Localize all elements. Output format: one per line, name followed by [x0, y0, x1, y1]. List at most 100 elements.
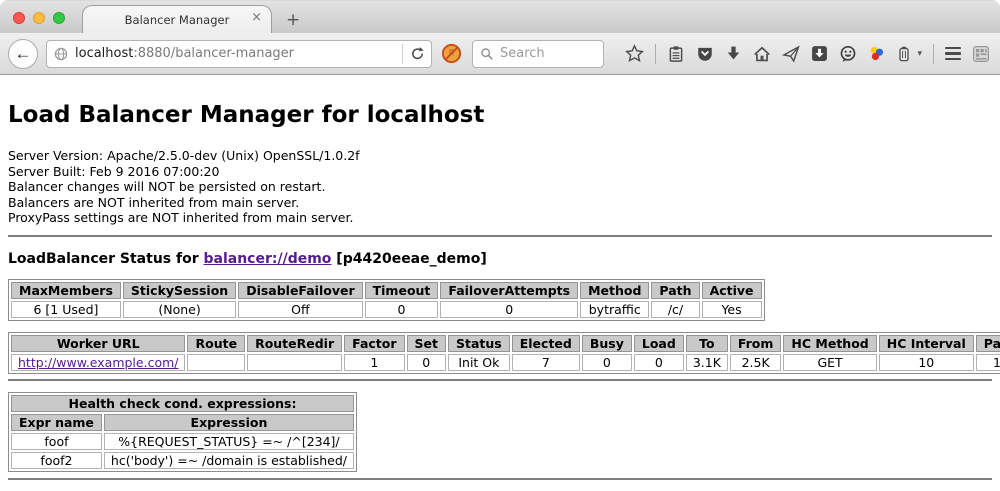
- health-table-title: Health check cond. expressions:: [11, 395, 354, 412]
- cell: 3.1K: [686, 354, 728, 371]
- new-tab-button[interactable]: +: [286, 12, 300, 29]
- balancer-link[interactable]: balancer://demo: [204, 251, 332, 267]
- cell: foof2: [11, 452, 102, 469]
- column-header: FailoverAttempts: [440, 282, 578, 299]
- cell: 0: [365, 301, 439, 318]
- notice-line: Balancers are NOT inherited from main se…: [8, 195, 992, 211]
- back-button[interactable]: ←: [8, 39, 38, 69]
- column-header: Worker URL: [11, 335, 185, 352]
- cell: Yes: [702, 301, 762, 318]
- cell: 2.5K: [730, 354, 782, 371]
- worker-table: Worker URL Route RouteRedir Factor Set S…: [8, 332, 1000, 374]
- url-text[interactable]: localhost:8880/balancer-manager: [75, 46, 294, 61]
- clipboard-icon[interactable]: [667, 45, 685, 63]
- column-header: Path: [651, 282, 699, 299]
- column-header: Busy: [582, 335, 632, 352]
- cell: 0: [407, 354, 446, 371]
- cell: [187, 354, 245, 371]
- column-header: Active: [702, 282, 762, 299]
- column-header: Timeout: [365, 282, 439, 299]
- downloads-icon[interactable]: [725, 45, 742, 62]
- cell: 10: [879, 354, 974, 371]
- cell: GET: [783, 354, 876, 371]
- section-divider: [8, 379, 992, 381]
- page-title: Load Balancer Manager for localhost: [8, 102, 992, 128]
- close-tab-icon[interactable]: ×: [251, 11, 262, 24]
- pocket-icon[interactable]: [696, 45, 714, 63]
- column-header: Passes: [976, 335, 1000, 352]
- window-controls: [13, 12, 65, 24]
- search-icon: [480, 47, 494, 61]
- cell: [247, 354, 342, 371]
- page-content: Load Balancer Manager for localhost Serv…: [0, 102, 1000, 480]
- table-header-row: Worker URL Route RouteRedir Factor Set S…: [11, 335, 1000, 352]
- close-window-button[interactable]: [13, 12, 25, 24]
- table-header-row: Expr name Expression: [11, 414, 354, 431]
- status-heading-suffix: [p4420eeae_demo]: [331, 251, 486, 267]
- cell: 0: [440, 301, 578, 318]
- column-header: Set: [407, 335, 446, 352]
- server-version-line: Server Version: Apache/2.5.0-dev (Unix) …: [8, 148, 992, 164]
- download-helper-icon[interactable]: [868, 45, 885, 62]
- navigation-toolbar: ← localhost:8880/balancer-manager Search: [0, 33, 1000, 75]
- tab-balancer-manager[interactable]: Balancer Manager ×: [82, 5, 272, 33]
- minimize-window-button[interactable]: [33, 12, 45, 24]
- status-heading: LoadBalancer Status for balancer://demo …: [8, 251, 992, 267]
- column-header: Status: [448, 335, 510, 352]
- cell: 1: [344, 354, 404, 371]
- table-title-row: Health check cond. expressions:: [11, 395, 354, 412]
- section-divider: [8, 478, 992, 480]
- column-header: StickySession: [123, 282, 236, 299]
- notice-line: ProxyPass settings are NOT inherited fro…: [8, 210, 992, 226]
- send-icon[interactable]: [782, 45, 800, 63]
- cell: (None): [123, 301, 236, 318]
- worker-url-link[interactable]: http://www.example.com/: [18, 355, 178, 370]
- chevron-down-icon[interactable]: ▾: [917, 49, 922, 59]
- column-header: MaxMembers: [11, 282, 121, 299]
- reload-icon[interactable]: [410, 46, 425, 61]
- cell: bytraffic: [580, 301, 649, 318]
- bookmark-star-icon[interactable]: [625, 44, 644, 63]
- toolbar-divider: [655, 44, 656, 64]
- back-arrow-icon: ←: [15, 44, 32, 64]
- tab-bar: Balancer Manager × +: [0, 0, 1000, 33]
- chat-smiley-icon[interactable]: [839, 45, 857, 63]
- cell: Init Ok: [448, 354, 510, 371]
- cell: 0: [634, 354, 684, 371]
- column-header: Expr name: [11, 414, 102, 431]
- column-header: Factor: [344, 335, 404, 352]
- server-built-line: Server Built: Feb 9 2016 07:00:20: [8, 164, 992, 180]
- table-row: foof %{REQUEST_STATUS} =~ /^[234]/: [11, 433, 354, 450]
- url-path: :8880/balancer-manager: [133, 46, 294, 61]
- health-check-table: Health check cond. expressions: Expr nam…: [8, 392, 357, 472]
- url-bar[interactable]: localhost:8880/balancer-manager: [46, 40, 432, 68]
- cell: Off: [238, 301, 362, 318]
- browser-window: Balancer Manager × + ← localhost:8880/ba…: [0, 0, 1000, 491]
- home-icon[interactable]: [753, 45, 771, 63]
- grid-icon[interactable]: [972, 45, 990, 63]
- table-row: http://www.example.com/ 1 0 Init Ok 7 0 …: [11, 354, 1000, 371]
- column-header: From: [730, 335, 782, 352]
- tab-title: Balancer Manager: [125, 13, 230, 27]
- menu-icon[interactable]: [945, 47, 961, 61]
- column-header: Expression: [104, 414, 354, 431]
- globe-icon[interactable]: [53, 46, 69, 62]
- cell: 1 (0): [976, 354, 1000, 371]
- column-header: RouteRedir: [247, 335, 342, 352]
- zoom-window-button[interactable]: [53, 12, 65, 24]
- column-header: To: [686, 335, 728, 352]
- plugin-block-icon[interactable]: [441, 43, 462, 64]
- cell: 7: [512, 354, 580, 371]
- column-header: Method: [580, 282, 649, 299]
- column-header: Elected: [512, 335, 580, 352]
- search-bar[interactable]: Search: [472, 40, 604, 68]
- container-icon[interactable]: [896, 45, 912, 63]
- table-row: 6 [1 Used] (None) Off 0 0 bytraffic /c/ …: [11, 301, 762, 318]
- server-info: Server Version: Apache/2.5.0-dev (Unix) …: [8, 148, 992, 226]
- column-header: DisableFailover: [238, 282, 362, 299]
- cell: foof: [11, 433, 102, 450]
- column-header: Load: [634, 335, 684, 352]
- download-box-icon[interactable]: [811, 45, 828, 62]
- cell: http://www.example.com/: [11, 354, 185, 371]
- search-placeholder: Search: [500, 46, 545, 61]
